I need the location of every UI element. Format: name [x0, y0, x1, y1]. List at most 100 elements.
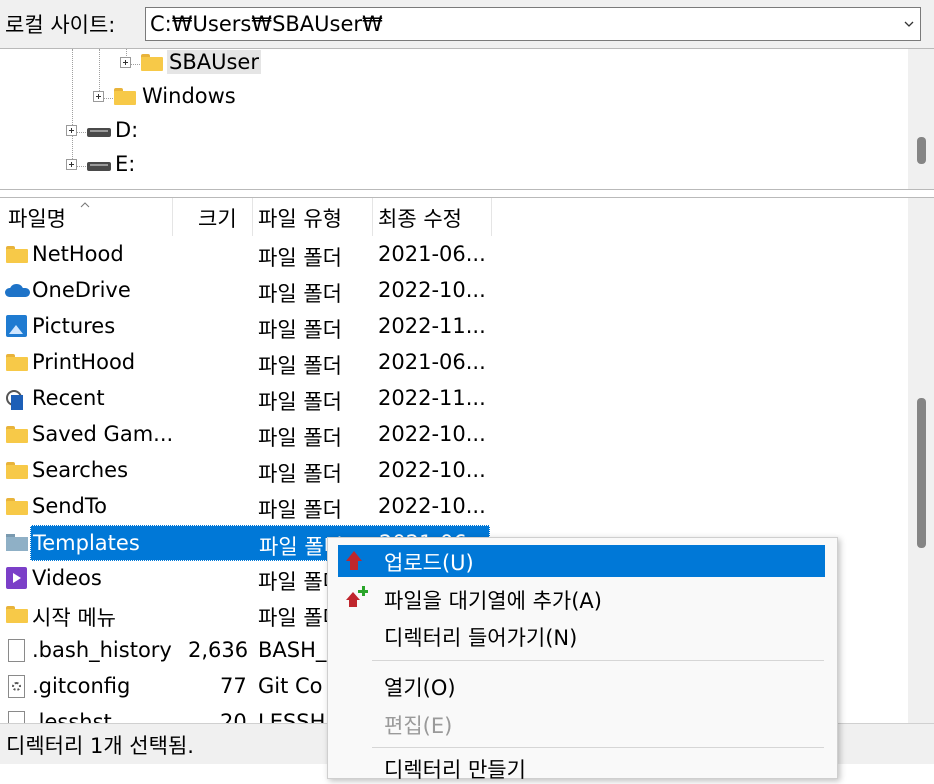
tree-node-d-drive[interactable]: D: — [0, 117, 300, 149]
file-type: LESSH — [258, 710, 326, 724]
file-row-recent[interactable]: Recent 파일 폴더 2022-11... — [0, 381, 490, 417]
file-modified: 2021-06... — [378, 350, 486, 374]
file-name: Pictures — [32, 314, 116, 338]
tree-scrollbar[interactable] — [908, 49, 934, 189]
upload-icon — [346, 551, 362, 571]
add-queue-icon — [346, 586, 368, 608]
file-type: 파일 폴더 — [258, 462, 342, 486]
file-type: 파일 폴더 — [258, 390, 342, 414]
menu-item-open[interactable]: 열기(O) — [338, 670, 825, 702]
expand-icon[interactable] — [93, 91, 104, 102]
file-list-scrollbar[interactable] — [908, 198, 934, 724]
menu-separator — [372, 747, 824, 748]
folder-icon — [6, 606, 28, 623]
tree-node-windows[interactable]: Windows — [0, 83, 300, 115]
local-site-label: 로컬 사이트: — [5, 13, 116, 37]
file-list-scrollbar-thumb[interactable] — [917, 398, 926, 548]
local-site-path-combo[interactable]: C:₩Users₩SBAUser₩ — [145, 7, 921, 41]
file-name: Templates — [33, 531, 140, 555]
file-modified: 2022-10... — [378, 458, 486, 482]
file-size: 2,636 — [188, 638, 249, 662]
folder-icon — [114, 88, 136, 105]
folder-icon — [141, 54, 163, 71]
file-modified: 2022-11... — [378, 386, 486, 410]
file-modified: 2022-10... — [378, 494, 486, 518]
tree-scrollbar-thumb[interactable] — [917, 137, 926, 164]
file-row-nethood[interactable]: NetHood 파일 폴더 2021-06... — [0, 237, 490, 273]
file-modified: 2022-11... — [378, 314, 486, 338]
file-name: NetHood — [32, 242, 124, 266]
menu-item-label: 디렉터리 들어가기(N) — [384, 626, 578, 650]
menu-item-add-to-queue[interactable]: 파일을 대기열에 추가(A) — [338, 583, 825, 615]
file-modified: 2021-06... — [378, 242, 486, 266]
column-header-modified[interactable]: 최종 수정 — [378, 203, 462, 233]
pictures-icon — [6, 315, 27, 337]
file-modified: 2022-10... — [378, 278, 486, 302]
chevron-down-icon[interactable] — [904, 19, 914, 29]
folder-icon — [6, 426, 28, 443]
local-site-bar: 로컬 사이트: C:₩Users₩SBAUser₩ — [0, 0, 934, 48]
menu-item-upload[interactable]: 업로드(U) — [338, 545, 825, 577]
gear-file-icon — [8, 675, 25, 698]
expand-icon[interactable] — [66, 159, 77, 170]
plus-icon — [358, 586, 368, 596]
template-folder-icon — [6, 534, 28, 551]
file-name: PrintHood — [32, 350, 136, 374]
file-name: .lesshst — [32, 710, 112, 724]
file-type: Git Co — [258, 674, 323, 698]
file-type: 파일 폴더 — [258, 318, 342, 342]
column-header-type[interactable]: 파일 유형 — [258, 203, 342, 233]
status-text: 디렉터리 1개 선택됨. — [6, 734, 194, 758]
column-header-size[interactable]: 크기 — [198, 203, 237, 233]
context-menu: 업로드(U) 파일을 대기열에 추가(A) 디렉터리 들어가기(N) 열기(O)… — [327, 537, 838, 782]
file-row-printhood[interactable]: PrintHood 파일 폴더 2021-06... — [0, 345, 490, 381]
file-row-searches[interactable]: Searches 파일 폴더 2022-10... — [0, 453, 490, 489]
file-type: 파일 폴더 — [258, 282, 342, 306]
file-type: 파일 폴더 — [258, 426, 342, 450]
menu-item-create-directory[interactable]: 디렉터리 만들기 — [338, 752, 825, 784]
menu-item-enter-directory[interactable]: 디렉터리 들어가기(N) — [338, 620, 825, 652]
file-list-header: 파일명 크기 파일 유형 최종 수정 — [0, 198, 908, 236]
file-row-onedrive[interactable]: OneDrive 파일 폴더 2022-10... — [0, 273, 490, 309]
file-name: 시작 메뉴 — [32, 606, 116, 630]
file-row-sendto[interactable]: SendTo 파일 폴더 2022-10... — [0, 489, 490, 525]
folder-icon — [6, 354, 28, 371]
directory-tree: SBAUser Windows D: E: — [0, 48, 934, 190]
sort-ascending-icon — [80, 202, 90, 208]
drive-icon — [87, 126, 111, 138]
tree-node-e-drive[interactable]: E: — [0, 151, 300, 183]
folder-icon — [6, 498, 28, 515]
file-name: Videos — [32, 566, 102, 590]
file-name: OneDrive — [32, 278, 131, 302]
file-name: .bash_history — [32, 638, 172, 662]
folder-icon — [6, 462, 28, 479]
file-name: Recent — [32, 386, 105, 410]
expand-icon[interactable] — [120, 57, 131, 68]
drive-icon — [87, 160, 111, 172]
file-type: 파일 폴더 — [258, 498, 342, 522]
tree-node-label: Windows — [142, 84, 236, 108]
file-name: Saved Gam... — [32, 422, 174, 446]
tree-node-label: SBAUser — [167, 50, 261, 74]
menu-item-label: 디렉터리 만들기 — [384, 758, 526, 782]
menu-item-label: 업로드(U) — [384, 551, 474, 575]
menu-separator — [372, 660, 824, 661]
file-name: .gitconfig — [32, 674, 131, 698]
menu-item-label: 파일을 대기열에 추가(A) — [384, 589, 602, 613]
file-row-pictures[interactable]: Pictures 파일 폴더 2022-11... — [0, 309, 490, 345]
tree-node-label: E: — [115, 152, 136, 176]
file-size: 77 — [220, 674, 247, 698]
column-header-name[interactable]: 파일명 — [8, 203, 66, 233]
file-type: BASH_ — [258, 638, 327, 662]
file-name: SendTo — [32, 494, 107, 518]
file-name: Searches — [32, 458, 129, 482]
file-row-saved-games[interactable]: Saved Gam... 파일 폴더 2022-10... — [0, 417, 490, 453]
menu-item-label: 편집(E) — [384, 714, 453, 738]
folder-icon — [6, 246, 28, 263]
file-icon — [8, 639, 25, 662]
file-size: 20 — [220, 710, 247, 724]
expand-icon[interactable] — [66, 125, 77, 136]
tree-node-sbauser[interactable]: SBAUser — [0, 49, 300, 81]
file-type: 파일 폴더 — [258, 246, 342, 270]
menu-item-edit: 편집(E) — [338, 708, 825, 740]
